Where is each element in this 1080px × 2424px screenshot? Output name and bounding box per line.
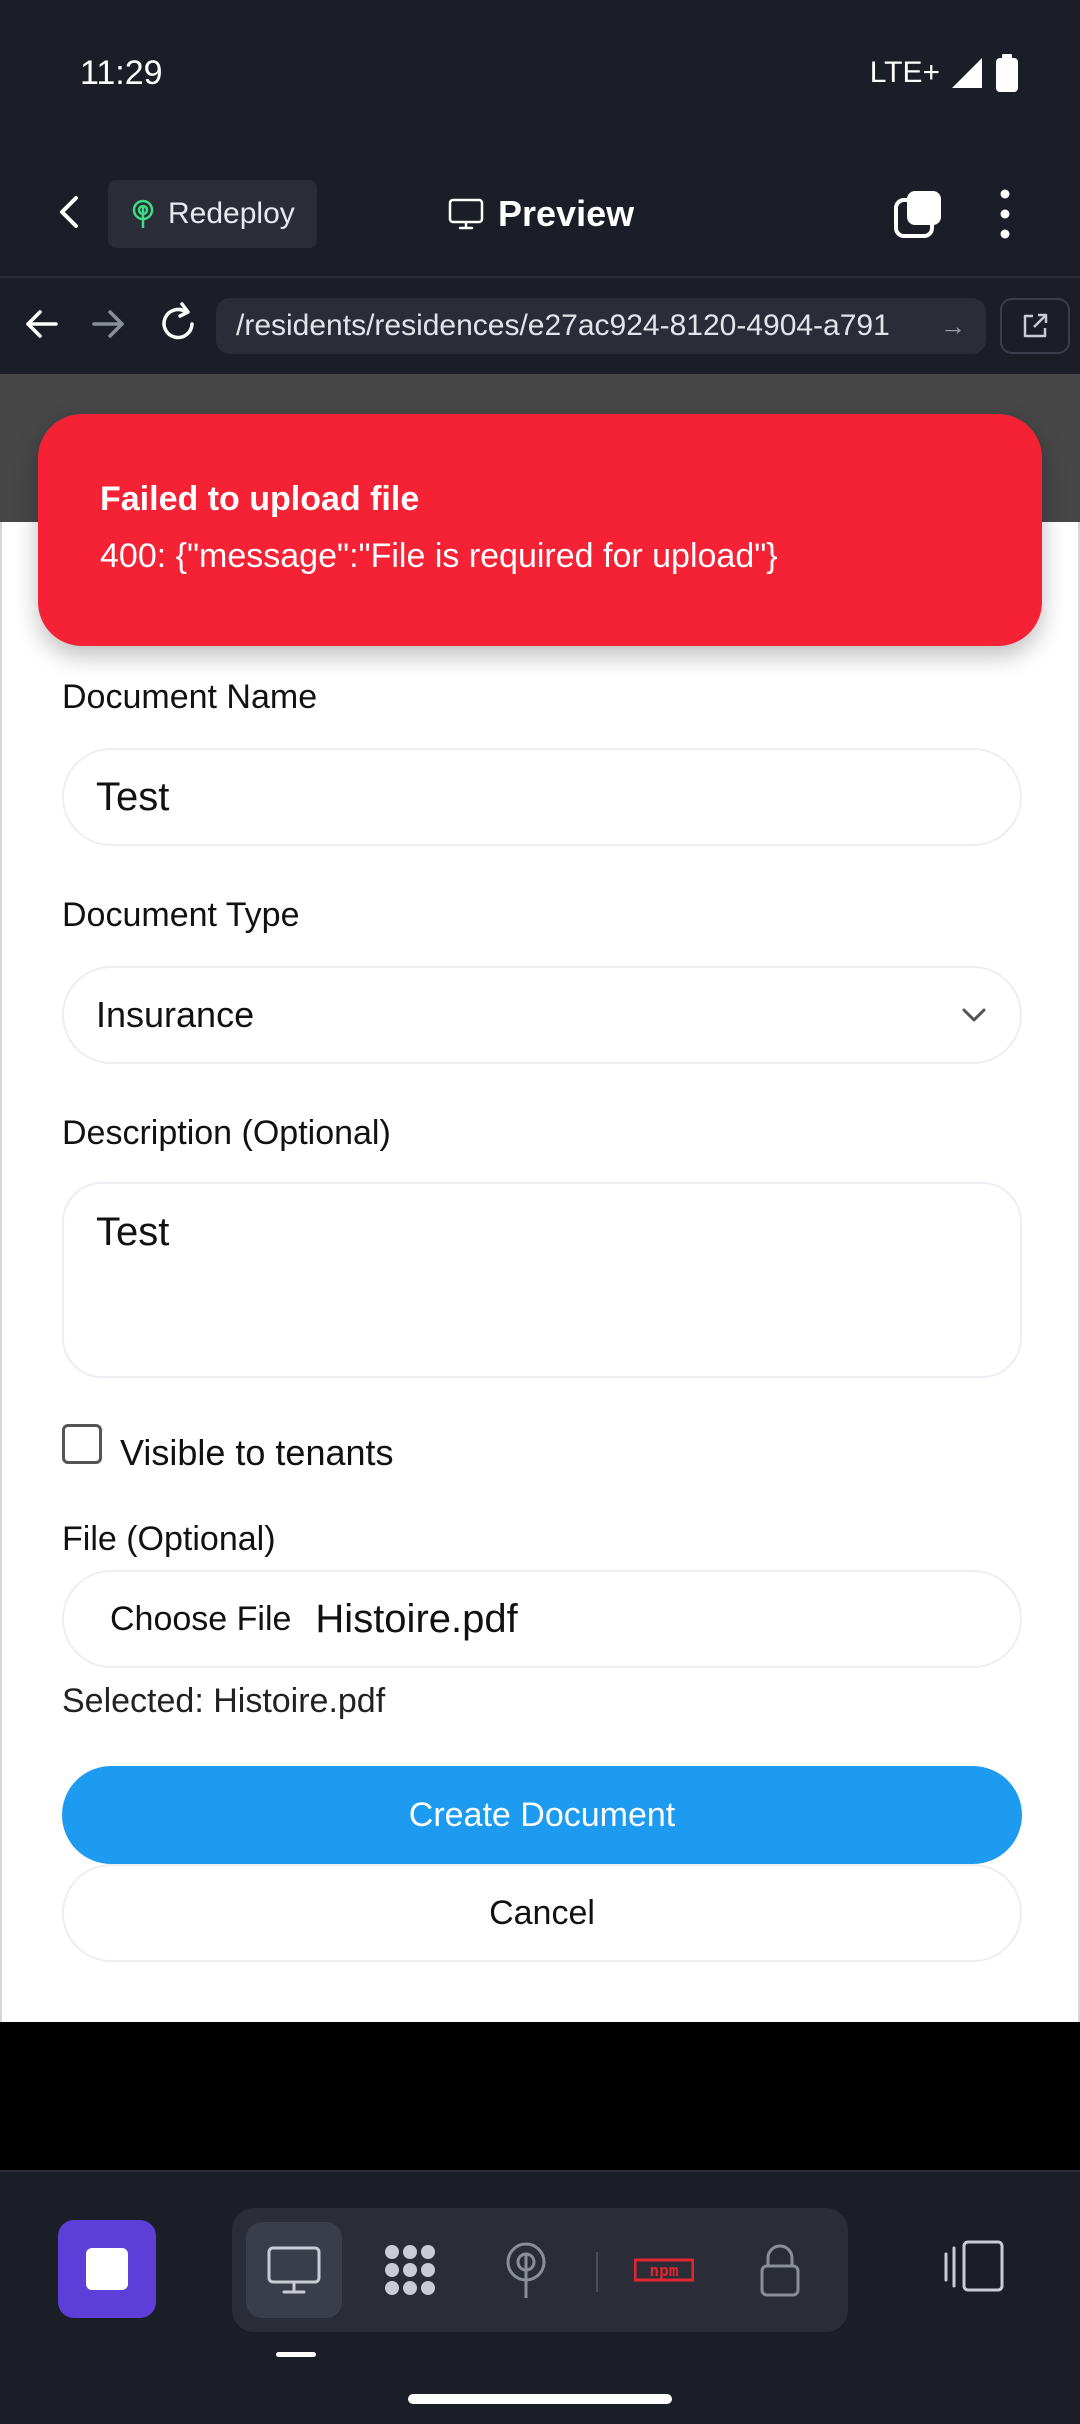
dock-deploy-button[interactable] bbox=[478, 2222, 574, 2318]
document-type-select[interactable]: Insurance bbox=[62, 966, 1022, 1064]
app-switcher-button[interactable] bbox=[58, 2220, 156, 2318]
document-form: Document Name Test Document Type Insuran… bbox=[0, 522, 1080, 2022]
stop-icon bbox=[86, 2248, 128, 2290]
error-toast[interactable]: Failed to upload file 400: {"message":"F… bbox=[38, 414, 1042, 646]
chevron-down-icon bbox=[962, 1008, 986, 1022]
status-time: 11:29 bbox=[80, 54, 163, 92]
description-label: Description (Optional) bbox=[62, 1114, 391, 1152]
selected-file-text: Selected: Histoire.pdf bbox=[62, 1682, 386, 1720]
url-go-icon[interactable]: → bbox=[940, 311, 966, 342]
dock-preview-button[interactable] bbox=[246, 2222, 342, 2318]
dock-divider bbox=[596, 2252, 598, 2292]
lock-icon bbox=[760, 2244, 800, 2297]
visible-to-tenants-checkbox[interactable] bbox=[62, 1424, 102, 1464]
status-bar: 11:29 LTE+ bbox=[0, 0, 1080, 150]
bottom-dock: npm bbox=[0, 2170, 1080, 2424]
monitor-icon bbox=[267, 2246, 321, 2294]
toast-message: 400: {"message":"File is required for up… bbox=[100, 537, 778, 575]
dock-npm-button[interactable]: npm bbox=[616, 2222, 712, 2318]
open-external-button[interactable] bbox=[1000, 298, 1070, 354]
preview-label: Preview bbox=[498, 193, 635, 234]
reload-icon[interactable] bbox=[156, 300, 200, 348]
battery-icon bbox=[996, 54, 1018, 92]
url-field[interactable]: /residents/residences/e27ac924-8120-4904… bbox=[216, 298, 986, 354]
file-input[interactable]: Choose File Histoire.pdf bbox=[62, 1570, 1022, 1668]
arrow-left-icon[interactable] bbox=[22, 302, 62, 346]
active-indicator bbox=[276, 2352, 316, 2357]
network-type: LTE+ bbox=[869, 56, 940, 89]
more-options-icon[interactable] bbox=[990, 186, 1020, 242]
document-name-value: Test bbox=[96, 774, 170, 819]
monitor-icon bbox=[448, 198, 484, 230]
app-header: Redeploy Preview bbox=[0, 150, 1080, 278]
create-document-button[interactable]: Create Document bbox=[62, 1766, 1022, 1864]
status-indicators: LTE+ bbox=[870, 54, 1020, 92]
cancel-button[interactable]: Cancel bbox=[62, 1864, 1022, 1962]
toast-title: Failed to upload file bbox=[100, 480, 420, 518]
arrow-right-icon[interactable] bbox=[88, 302, 128, 346]
url-bar: /residents/residences/e27ac924-8120-4904… bbox=[0, 278, 1080, 374]
redeploy-label: Redeploy bbox=[168, 197, 295, 230]
page-bottom-area bbox=[0, 2022, 1080, 2170]
npm-icon: npm bbox=[634, 2258, 694, 2282]
description-value: Test bbox=[96, 1210, 170, 1254]
preview-tab[interactable]: Preview bbox=[448, 184, 634, 244]
back-icon[interactable] bbox=[48, 190, 92, 234]
redeploy-button[interactable]: Redeploy bbox=[108, 180, 317, 248]
antenna-icon bbox=[506, 2242, 546, 2298]
device-toggle-icon[interactable] bbox=[942, 2238, 1006, 2294]
dock-grid-button[interactable] bbox=[362, 2222, 458, 2318]
chosen-file-name: Histoire.pdf bbox=[315, 1596, 518, 1641]
file-label: File (Optional) bbox=[62, 1520, 276, 1558]
document-name-input[interactable]: Test bbox=[62, 748, 1022, 846]
url-text: /residents/residences/e27ac924-8120-4904… bbox=[236, 309, 890, 342]
document-type-value: Insurance bbox=[96, 994, 255, 1035]
signal-icon bbox=[952, 58, 982, 88]
document-type-label: Document Type bbox=[62, 896, 300, 934]
dock-lock-button[interactable] bbox=[732, 2222, 828, 2318]
tabs-icon[interactable] bbox=[893, 188, 945, 240]
document-name-label: Document Name bbox=[62, 678, 318, 716]
antenna-icon bbox=[132, 199, 154, 228]
choose-file-button[interactable]: Choose File bbox=[110, 1600, 291, 1639]
svg-text:npm: npm bbox=[650, 2261, 679, 2280]
dots-grid-icon bbox=[385, 2245, 435, 2295]
description-textarea[interactable]: Test bbox=[62, 1182, 1022, 1378]
visible-to-tenants-label: Visible to tenants bbox=[120, 1432, 394, 1473]
home-indicator[interactable] bbox=[408, 2394, 672, 2404]
external-link-icon bbox=[1023, 313, 1048, 338]
dock-toolbar: npm bbox=[232, 2208, 848, 2332]
